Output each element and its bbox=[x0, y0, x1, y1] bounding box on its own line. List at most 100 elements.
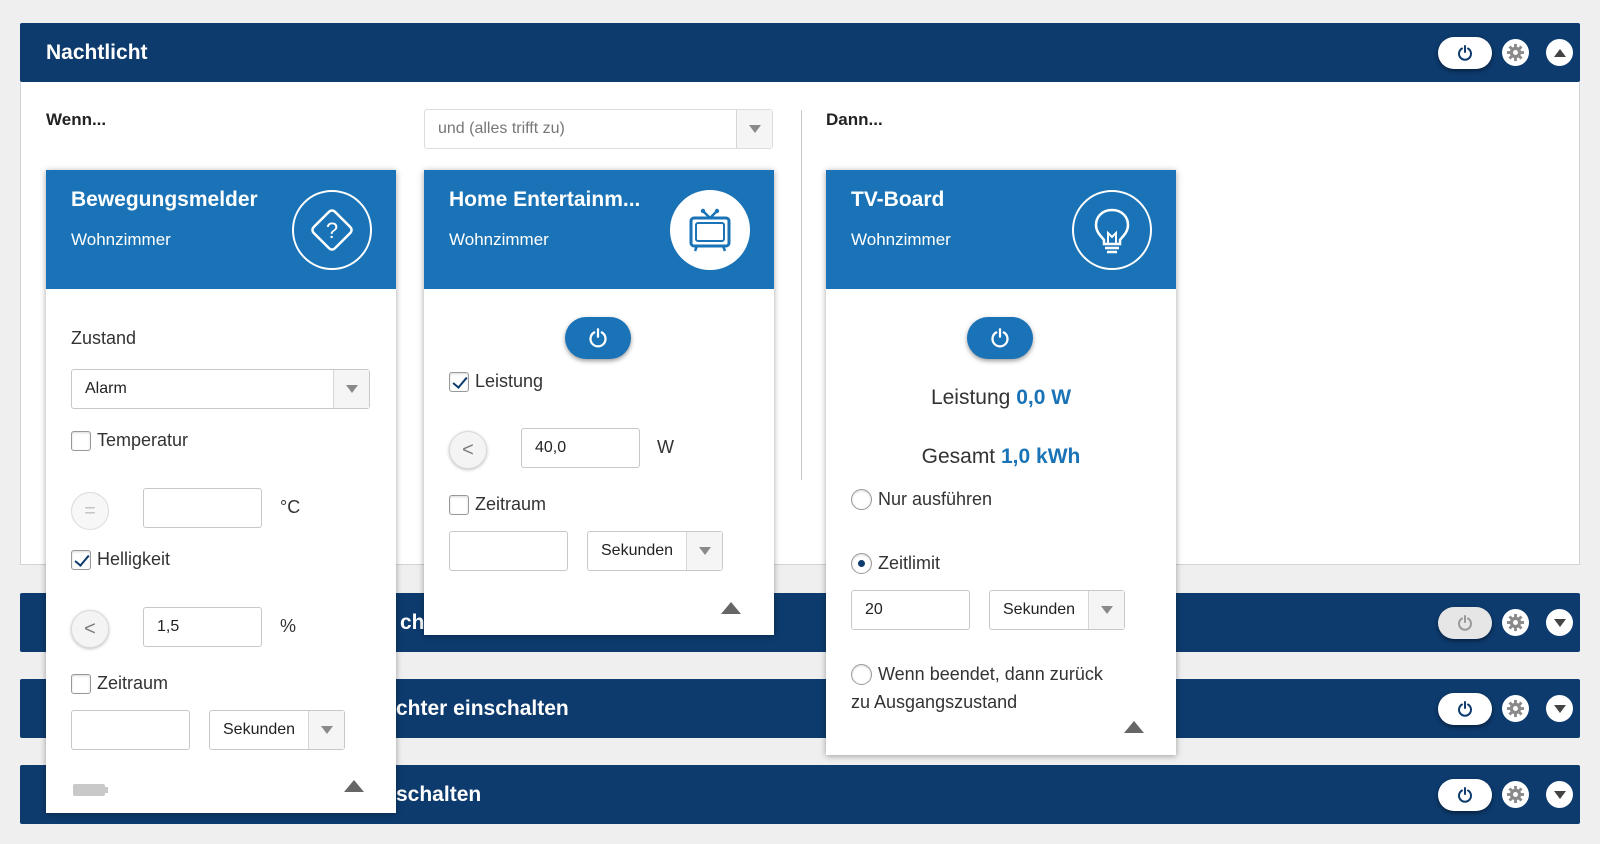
option-time-limit[interactable]: Zeitlimit bbox=[851, 553, 940, 574]
unknown-device-icon: ? bbox=[292, 190, 372, 270]
rule-expand-button[interactable] bbox=[1546, 781, 1573, 808]
chevron-down-icon bbox=[1553, 704, 1566, 713]
state-label: Zustand bbox=[71, 328, 137, 348]
rule-collapse-button[interactable] bbox=[1546, 39, 1573, 66]
power-icon bbox=[1458, 787, 1472, 803]
rule-title: chter einschalten bbox=[396, 697, 569, 720]
period-input[interactable] bbox=[71, 710, 190, 750]
power-unit: W bbox=[657, 437, 674, 457]
chevron-down-icon bbox=[1553, 790, 1566, 799]
state-select[interactable]: Alarm bbox=[71, 369, 370, 409]
condition-logic-select[interactable]: und (alles trifft zu) bbox=[424, 109, 773, 149]
power-value: 0,0 W bbox=[1016, 386, 1072, 409]
time-limit-unit-select[interactable]: Sekunden bbox=[989, 590, 1125, 630]
period-checkbox-row[interactable]: Zeitraum bbox=[449, 494, 546, 515]
when-then-divider bbox=[801, 110, 802, 480]
gear-icon bbox=[1506, 43, 1525, 62]
power-checkbox[interactable] bbox=[449, 371, 469, 392]
rule-settings-button[interactable] bbox=[1502, 609, 1529, 636]
dropdown-arrow-icon bbox=[1088, 591, 1124, 629]
period-unit-select[interactable]: Sekunden bbox=[587, 531, 723, 571]
temperature-unit: °C bbox=[280, 497, 301, 517]
rule-settings-button[interactable] bbox=[1502, 39, 1529, 66]
card-header: TV-Board Wohnzimmer bbox=[826, 170, 1176, 289]
period-unit-select[interactable]: Sekunden bbox=[209, 710, 345, 750]
brightness-operator-button[interactable]: < bbox=[71, 610, 109, 648]
brightness-input[interactable]: 1,5 bbox=[143, 607, 262, 647]
card-header: Bewegungsmelder Wohnzimmer ? bbox=[46, 170, 396, 289]
power-icon bbox=[1458, 701, 1472, 717]
total-energy-readout: Gesamt 1,0 kWh bbox=[921, 445, 1081, 468]
dropdown-arrow-icon bbox=[308, 711, 344, 749]
when-label: Wenn... bbox=[46, 110, 107, 129]
rule-power-toggle[interactable] bbox=[1438, 607, 1492, 639]
collapse-card-icon[interactable] bbox=[1124, 721, 1144, 733]
power-icon bbox=[589, 328, 607, 348]
gear-icon bbox=[1506, 785, 1525, 804]
device-room: Wohnzimmer bbox=[449, 230, 549, 249]
dropdown-arrow-icon bbox=[333, 370, 369, 408]
option-execute-only[interactable]: Nur ausführen bbox=[851, 489, 992, 510]
brightness-unit: % bbox=[280, 616, 297, 636]
brightness-checkbox-row[interactable]: Helligkeit bbox=[71, 549, 170, 570]
then-label: Dann... bbox=[826, 110, 883, 129]
rule-title: schalten bbox=[396, 783, 482, 806]
rule-expand-button[interactable] bbox=[1546, 609, 1573, 636]
return-initial-label-line2: zu Ausgangszustand bbox=[851, 692, 1018, 712]
dropdown-arrow-icon bbox=[736, 110, 772, 148]
rule-expand-button[interactable] bbox=[1546, 695, 1573, 722]
rule-settings-button[interactable] bbox=[1502, 695, 1529, 722]
power-operator-button[interactable]: < bbox=[449, 431, 487, 469]
gear-icon bbox=[1506, 699, 1525, 718]
rule-title: Nachtlicht bbox=[46, 41, 148, 64]
power-readout: Leistung 0,0 W bbox=[930, 386, 1072, 409]
power-icon bbox=[991, 328, 1009, 348]
action-card-tv-board: TV-Board Wohnzimmer Leistung 0,0 W Gesam… bbox=[826, 170, 1176, 755]
execute-only-radio[interactable] bbox=[851, 489, 872, 510]
period-checkbox[interactable] bbox=[71, 673, 91, 694]
collapse-card-icon[interactable] bbox=[344, 780, 364, 792]
device-name: Bewegungsmelder bbox=[71, 188, 258, 211]
time-limit-input[interactable]: 20 bbox=[851, 590, 970, 630]
rule-settings-button[interactable] bbox=[1502, 781, 1529, 808]
temperature-checkbox-row[interactable]: Temperatur bbox=[71, 430, 188, 451]
svg-text:?: ? bbox=[326, 218, 338, 243]
rule-power-toggle[interactable] bbox=[1438, 37, 1492, 69]
return-initial-radio[interactable] bbox=[851, 664, 872, 685]
dropdown-arrow-icon bbox=[686, 532, 722, 570]
time-limit-radio[interactable] bbox=[851, 553, 872, 574]
rule-power-toggle[interactable] bbox=[1438, 693, 1492, 725]
device-name: TV-Board bbox=[851, 188, 945, 211]
rule-power-toggle[interactable] bbox=[1438, 779, 1492, 811]
power-button[interactable] bbox=[565, 317, 631, 359]
card-header: Home Entertainm... Wohnzimmer bbox=[424, 170, 774, 289]
rule-title: ch bbox=[400, 611, 425, 634]
tv-icon bbox=[670, 190, 750, 270]
condition-card-motion-sensor: Bewegungsmelder Wohnzimmer ? Zustand Ala… bbox=[46, 170, 396, 813]
battery-icon bbox=[73, 784, 108, 796]
rule-header-nachtlicht[interactable]: Nachtlicht bbox=[20, 23, 1580, 82]
lightbulb-icon bbox=[1072, 190, 1152, 270]
period-checkbox[interactable] bbox=[449, 494, 469, 515]
period-input[interactable] bbox=[449, 531, 568, 571]
brightness-checkbox[interactable] bbox=[71, 549, 91, 570]
period-checkbox-row[interactable]: Zeitraum bbox=[71, 673, 168, 694]
device-name: Home Entertainm... bbox=[449, 188, 641, 211]
power-icon bbox=[1458, 45, 1472, 61]
condition-card-home-entertainment: Home Entertainm... Wohnzimmer Leistung <… bbox=[424, 170, 774, 635]
collapse-card-icon[interactable] bbox=[721, 602, 741, 614]
chevron-up-icon bbox=[1553, 48, 1566, 57]
power-threshold-input[interactable]: 40,0 bbox=[521, 428, 640, 468]
device-room: Wohnzimmer bbox=[71, 230, 171, 249]
device-room: Wohnzimmer bbox=[851, 230, 951, 249]
power-checkbox-row[interactable]: Leistung bbox=[449, 371, 543, 392]
power-button[interactable] bbox=[967, 317, 1033, 359]
total-energy-value: 1,0 kWh bbox=[1001, 445, 1081, 468]
temperature-checkbox[interactable] bbox=[71, 430, 91, 451]
temperature-operator-button[interactable]: = bbox=[71, 492, 109, 530]
option-return-to-initial[interactable]: Wenn beendet, dann zurück bbox=[851, 664, 1103, 685]
chevron-down-icon bbox=[1553, 618, 1566, 627]
gear-icon bbox=[1506, 613, 1525, 632]
power-icon bbox=[1458, 615, 1472, 631]
temperature-input[interactable] bbox=[143, 488, 262, 528]
